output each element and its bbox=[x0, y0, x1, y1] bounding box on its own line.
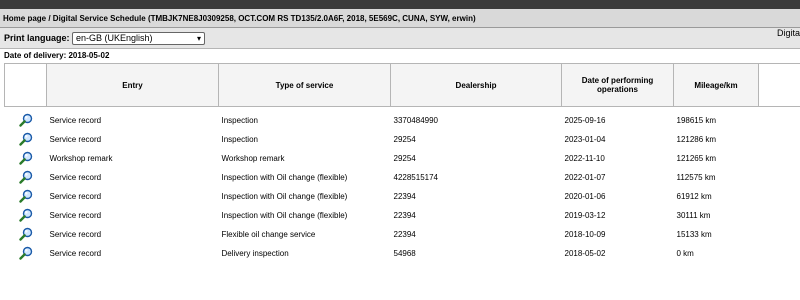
view-details-button[interactable] bbox=[5, 149, 47, 168]
chevron-down-icon: ▾ bbox=[196, 34, 201, 43]
cell-extra bbox=[759, 130, 800, 149]
cell-dealership: 22394 bbox=[393, 210, 416, 220]
cell-entry: Workshop remark bbox=[49, 153, 113, 163]
cell-mileage: 112575 km bbox=[676, 172, 716, 182]
view-details-button[interactable] bbox=[5, 244, 47, 263]
cell-date: 2018-10-09 bbox=[564, 229, 606, 239]
delivery-date: Date of delivery: 2018-05-02 bbox=[4, 51, 110, 60]
cell-entry: Service record bbox=[49, 134, 102, 144]
magnifier-icon bbox=[18, 170, 32, 184]
cell-entry: Service record bbox=[49, 210, 102, 220]
table-row: Service record Inspection with Oil change… bbox=[5, 168, 800, 187]
cell-type: Inspection with Oil change (flexible) bbox=[221, 210, 348, 220]
breadcrumb: Home page / Digital Service Schedule (TM… bbox=[0, 9, 800, 28]
header-type: Type of service bbox=[218, 63, 391, 107]
cell-date: 2023-01-04 bbox=[564, 134, 606, 144]
cell-extra bbox=[759, 225, 800, 244]
cell-mileage: 198615 km bbox=[676, 115, 717, 125]
service-table-container: Entry Type of service Dealership Date of… bbox=[4, 63, 800, 263]
table-row: Service record Delivery inspection 54968 20… bbox=[5, 244, 800, 263]
cell-entry: Service record bbox=[49, 115, 102, 125]
print-language-label: Print language: bbox=[4, 33, 70, 43]
cell-type: Delivery inspection bbox=[221, 248, 289, 258]
print-language-bar: Print language: en-GB (UKEnglish) ▾ Digi… bbox=[0, 28, 800, 49]
cell-entry: Service record bbox=[49, 172, 102, 182]
cell-date: 2025-09-16 bbox=[564, 115, 606, 125]
cell-mileage: 30111 km bbox=[676, 210, 711, 220]
cell-mileage: 15133 km bbox=[676, 229, 712, 239]
cell-entry: Service record bbox=[49, 191, 102, 201]
header-date: Date of performing operations bbox=[561, 63, 674, 107]
cell-extra bbox=[759, 244, 800, 263]
cell-type: Workshop remark bbox=[221, 153, 285, 163]
cell-date: 2020-01-06 bbox=[564, 191, 606, 201]
cell-extra bbox=[759, 187, 800, 206]
table-row: Service record Inspection 29254 2023-01-04 1… bbox=[5, 130, 800, 149]
browser-tab-strip bbox=[0, 0, 800, 9]
cell-date: 2019-03-12 bbox=[564, 210, 606, 220]
cell-dealership: 22394 bbox=[393, 229, 416, 239]
cell-mileage: 121286 km bbox=[676, 134, 717, 144]
table-header-row: Entry Type of service Dealership Date of… bbox=[4, 63, 800, 107]
cell-date: 2022-11-10 bbox=[564, 153, 605, 163]
cell-extra bbox=[759, 168, 800, 187]
view-details-button[interactable] bbox=[5, 206, 47, 225]
table-row: Service record Inspection with Oil change… bbox=[5, 187, 800, 206]
header-extra-col bbox=[758, 63, 800, 107]
cell-mileage: 61912 km bbox=[676, 191, 712, 201]
magnifier-icon bbox=[18, 151, 32, 165]
cell-dealership: 4228515174 bbox=[393, 172, 439, 182]
print-language-select[interactable]: en-GB (UKEnglish) ▾ bbox=[72, 32, 205, 45]
service-table: Entry Type of service Dealership Date of… bbox=[4, 63, 800, 263]
cell-type: Inspection with Oil change (flexible) bbox=[221, 191, 348, 201]
view-details-button[interactable] bbox=[5, 130, 47, 149]
cell-type: Inspection bbox=[221, 134, 258, 144]
header-dealership: Dealership bbox=[390, 63, 562, 107]
cell-type: Flexible oil change service bbox=[221, 229, 316, 239]
cell-entry: Service record bbox=[49, 229, 102, 239]
header-entry: Entry bbox=[46, 63, 219, 107]
magnifier-icon bbox=[18, 246, 32, 260]
table-row: Workshop remark Workshop remark 29254 2022-… bbox=[5, 149, 800, 168]
cell-date: 2022-01-07 bbox=[564, 172, 606, 182]
cell-type: Inspection with Oil change (flexible) bbox=[221, 172, 348, 182]
cell-entry: Service record bbox=[49, 248, 102, 258]
view-details-button[interactable] bbox=[5, 168, 47, 187]
magnifier-icon bbox=[18, 227, 32, 241]
table-row: Service record Flexible oil change servic… bbox=[5, 225, 800, 244]
view-details-button[interactable] bbox=[5, 107, 47, 130]
header-mileage: Mileage/km bbox=[673, 63, 759, 107]
magnifier-icon bbox=[18, 189, 32, 203]
cell-type: Inspection bbox=[221, 115, 258, 125]
header-icon-col bbox=[4, 63, 47, 107]
cell-dealership: 22394 bbox=[393, 191, 416, 201]
table-row: Service record Inspection 3370484990 2025-0… bbox=[5, 107, 800, 130]
digital-label: Digita bbox=[776, 28, 800, 38]
cell-extra bbox=[759, 149, 800, 168]
print-language-value: en-GB (UKEnglish) bbox=[76, 33, 153, 43]
magnifier-icon bbox=[18, 132, 32, 146]
cell-dealership: 29254 bbox=[393, 134, 416, 144]
cell-extra bbox=[759, 107, 800, 130]
cell-extra bbox=[759, 206, 800, 225]
cell-mileage: 0 km bbox=[676, 248, 694, 258]
table-row: Service record Inspection with Oil change… bbox=[5, 206, 800, 225]
magnifier-icon bbox=[18, 208, 32, 222]
cell-date: 2018-05-02 bbox=[564, 248, 606, 258]
view-details-button[interactable] bbox=[5, 187, 47, 206]
cell-dealership: 54968 bbox=[393, 248, 416, 258]
magnifier-icon bbox=[18, 114, 32, 127]
cell-dealership: 3370484990 bbox=[393, 115, 439, 125]
view-details-button[interactable] bbox=[5, 225, 47, 244]
cell-mileage: 121265 km bbox=[676, 153, 717, 163]
cell-dealership: 29254 bbox=[393, 153, 416, 163]
